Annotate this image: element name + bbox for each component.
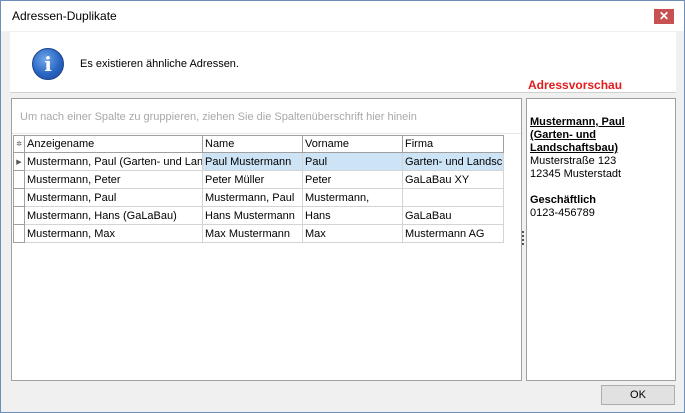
address-preview-panel: Mustermann, Paul (Garten- und Landschaft… — [526, 98, 676, 381]
preview-business-label: Geschäftlich — [530, 194, 597, 206]
table-row[interactable]: ▶ Mustermann, Paul (Garten- und Landscha… — [13, 152, 504, 171]
cell-anzeigename[interactable]: Mustermann, Max — [24, 224, 203, 243]
preview-city: 12345 Musterstadt — [530, 168, 622, 180]
cell-name[interactable]: Max Mustermann — [202, 224, 303, 243]
cell-anzeigename[interactable]: Mustermann, Paul (Garten- und Landschaft… — [24, 152, 203, 171]
dialog-window: Adressen-Duplikate ✕ i Es existieren ähn… — [0, 0, 685, 413]
row-indicator[interactable]: ▶ — [13, 152, 25, 171]
info-message: Es existieren ähnliche Adressen. — [80, 58, 239, 70]
cell-anzeigename[interactable]: Mustermann, Paul — [24, 188, 203, 207]
window-title: Adressen-Duplikate — [12, 9, 117, 23]
panel-splitter[interactable] — [521, 231, 525, 247]
cell-firma[interactable]: GaLaBau XY — [402, 170, 504, 189]
column-header-anzeigename[interactable]: Anzeigename — [24, 135, 203, 153]
ok-button[interactable]: OK — [601, 385, 675, 405]
row-indicator[interactable] — [13, 206, 25, 225]
cell-name[interactable]: Paul Mustermann — [202, 152, 303, 171]
cell-anzeigename[interactable]: Mustermann, Peter — [24, 170, 203, 189]
cell-vorname[interactable]: Peter — [302, 170, 403, 189]
cell-anzeigename[interactable]: Mustermann, Hans (GaLaBau) — [24, 206, 203, 225]
cell-vorname[interactable]: Mustermann, — [302, 188, 403, 207]
cell-firma[interactable]: GaLaBau — [402, 206, 504, 225]
column-header-name[interactable]: Name — [202, 135, 303, 153]
cell-vorname[interactable]: Hans — [302, 206, 403, 225]
preview-phone: 0123-456789 — [530, 207, 595, 219]
row-indicator[interactable] — [13, 188, 25, 207]
header-indicator-cell[interactable]: ✲ — [13, 135, 25, 153]
info-icon: i — [32, 48, 64, 80]
close-button[interactable]: ✕ — [654, 9, 674, 24]
cell-name[interactable]: Mustermann, Paul — [202, 188, 303, 207]
row-indicator[interactable] — [13, 170, 25, 189]
cell-vorname[interactable]: Paul — [302, 152, 403, 171]
duplicates-grid-panel: Um nach einer Spalte zu gruppieren, zieh… — [11, 98, 522, 381]
preview-contact-name: Mustermann, Paul (Garten- und Landschaft… — [530, 116, 625, 154]
group-by-hint[interactable]: Um nach einer Spalte zu gruppieren, zieh… — [20, 111, 417, 123]
table-header-row: ✲ Anzeigename Name Vorname Firma — [13, 135, 504, 153]
group-area-divider — [12, 133, 521, 134]
cell-firma[interactable]: Mustermann AG — [402, 224, 504, 243]
column-header-firma[interactable]: Firma — [402, 135, 504, 153]
table-row[interactable]: Mustermann, Max Max Mustermann Max Muste… — [13, 224, 504, 243]
preview-street: Musterstraße 123 — [530, 155, 617, 167]
splitter-grip-dot — [522, 243, 524, 245]
row-indicator[interactable] — [13, 224, 25, 243]
column-header-vorname[interactable]: Vorname — [302, 135, 403, 153]
preview-heading: Adressvorschau — [528, 78, 623, 92]
cell-firma[interactable]: Garten- und Landschaftsbau — [402, 152, 504, 171]
cell-name[interactable]: Peter Müller — [202, 170, 303, 189]
table-row[interactable]: Mustermann, Hans (GaLaBau) Hans Musterma… — [13, 206, 504, 225]
title-bar[interactable]: Adressen-Duplikate ✕ — [1, 1, 684, 31]
cell-name[interactable]: Hans Mustermann — [202, 206, 303, 225]
cell-vorname[interactable]: Max — [302, 224, 403, 243]
splitter-grip-dot — [522, 231, 524, 233]
splitter-grip-dot — [522, 239, 524, 241]
table-row[interactable]: Mustermann, Paul Mustermann, Paul Muster… — [13, 188, 504, 207]
splitter-grip-dot — [522, 235, 524, 237]
table-row[interactable]: Mustermann, Peter Peter Müller Peter GaL… — [13, 170, 504, 189]
close-icon: ✕ — [658, 9, 670, 23]
cell-firma[interactable] — [402, 188, 504, 207]
duplicates-table: ✲ Anzeigename Name Vorname Firma ▶ Muste… — [13, 135, 504, 243]
